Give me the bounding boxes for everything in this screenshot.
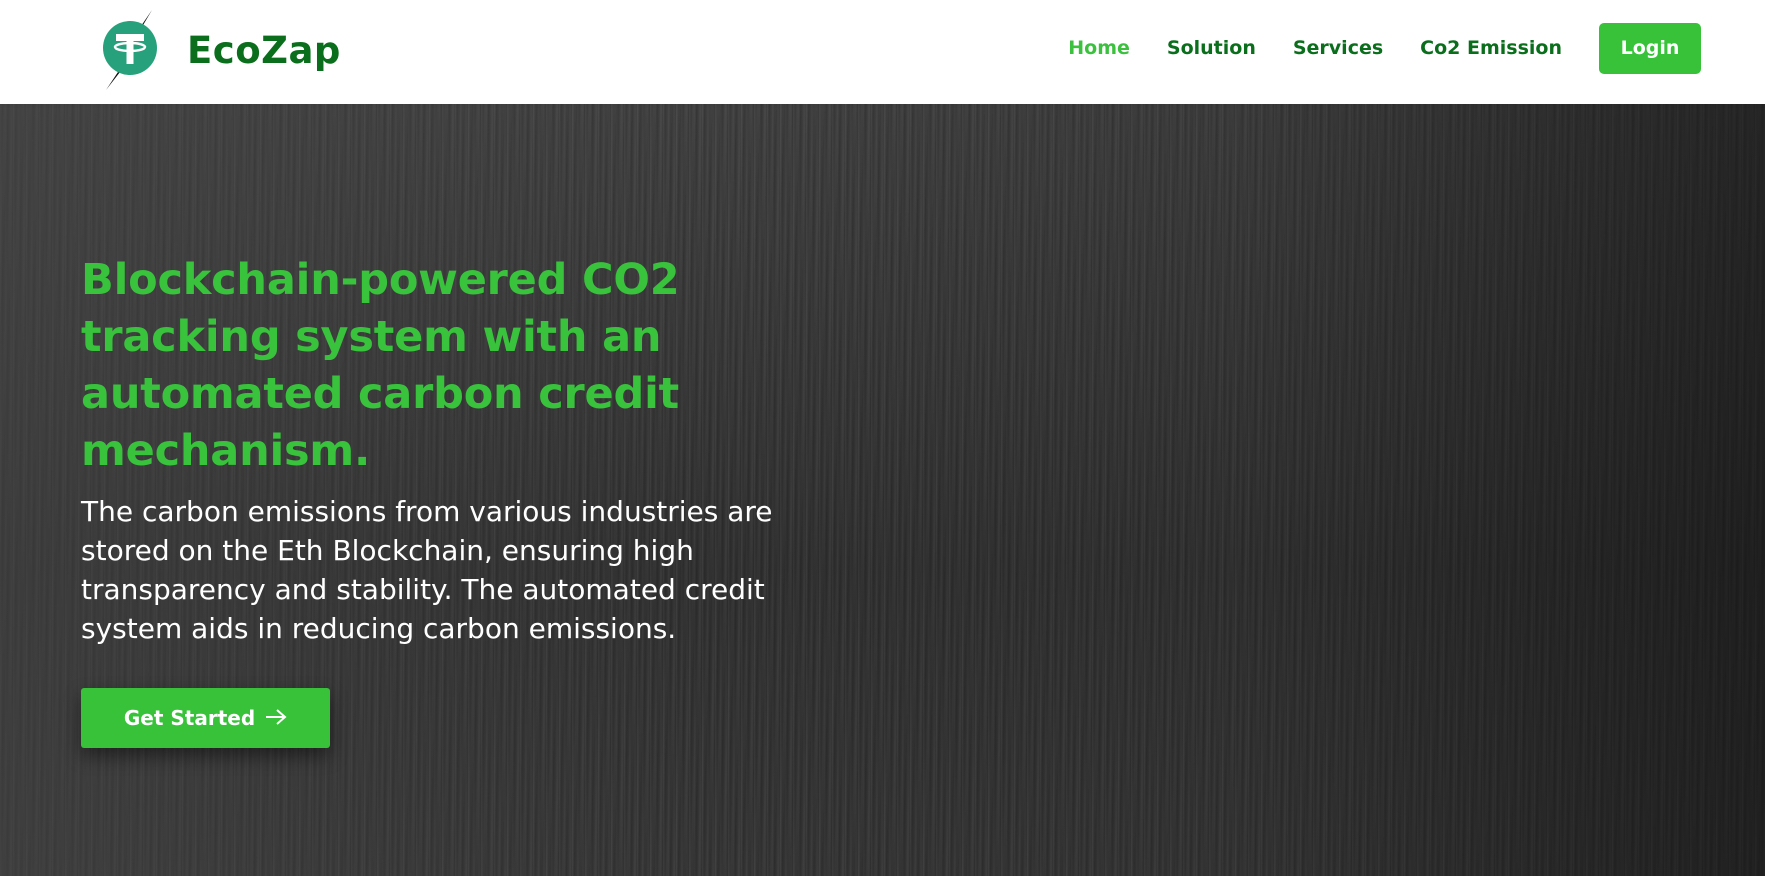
- hero-description: The carbon emissions from various indust…: [81, 495, 773, 645]
- nav-link-co2-emission[interactable]: Co2 Emission: [1420, 37, 1562, 59]
- hero-title: Blockchain-powered CO2 tracking system w…: [81, 255, 680, 476]
- hero-section: Blockchain-powered CO2 tracking system w…: [0, 104, 1765, 876]
- top-navbar: EcoZap Home Solution Services Co2 Emissi…: [0, 0, 1765, 104]
- tether-lightning-logo-icon: [98, 10, 162, 90]
- get-started-label: Get Started: [123, 706, 256, 730]
- hero-content: Blockchain-powered CO2 tracking system w…: [81, 252, 861, 748]
- nav-link-services[interactable]: Services: [1293, 37, 1383, 59]
- brand[interactable]: EcoZap: [98, 10, 341, 90]
- brand-name: EcoZap: [187, 28, 341, 72]
- arrow-right-icon: [265, 706, 287, 730]
- main-nav: Home Solution Services Co2 Emission Logi…: [1031, 0, 1765, 96]
- get-started-button[interactable]: Get Started: [81, 688, 330, 748]
- nav-link-home[interactable]: Home: [1068, 37, 1130, 59]
- nav-link-solution[interactable]: Solution: [1167, 37, 1256, 59]
- login-button[interactable]: Login: [1599, 22, 1701, 74]
